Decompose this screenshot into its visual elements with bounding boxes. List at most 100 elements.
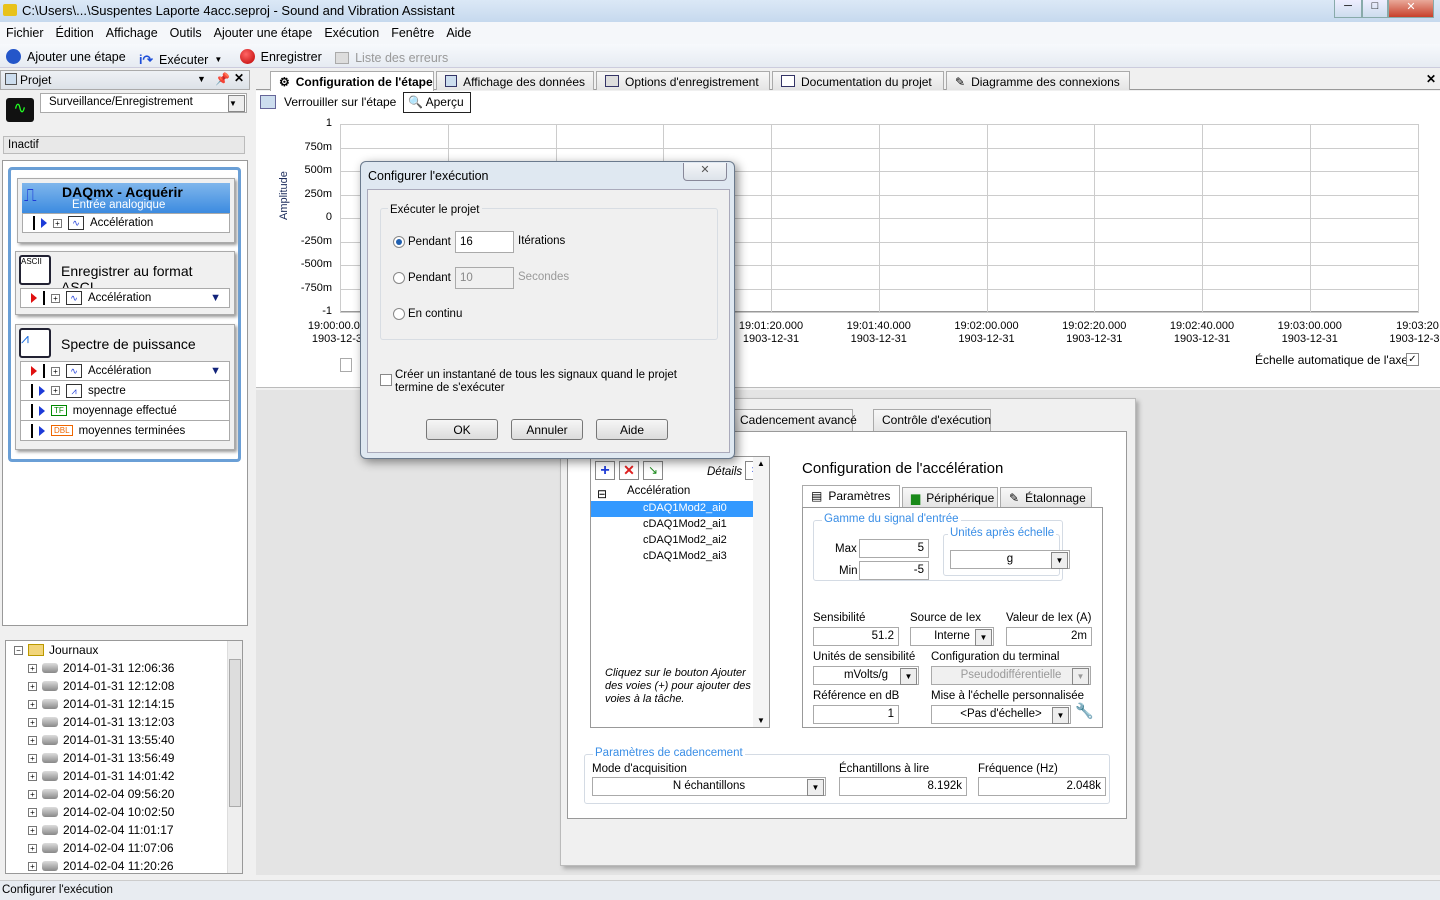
tab-data-display[interactable]: Affichage des données — [436, 71, 594, 90]
menu-ajouter-etape[interactable]: Ajouter une étape — [214, 26, 313, 40]
log-item[interactable]: +2014-01-31 12:14:15 — [6, 695, 242, 713]
ok-button[interactable]: OK — [426, 419, 498, 440]
help-button[interactable]: Aide — [596, 419, 668, 440]
max-field[interactable]: 5 — [859, 539, 929, 558]
menu-outils[interactable]: Outils — [170, 26, 202, 40]
step-daqmx-acquire[interactable]: ⎍ DAQmx - Acquérir Entrée analogique + ∿ A… — [17, 178, 235, 243]
pin-icon[interactable]: 📌 — [215, 72, 230, 86]
tab-connection-diagram[interactable]: ✎ Diagramme des connexions — [946, 71, 1130, 90]
snapshot-checkbox[interactable] — [380, 374, 392, 386]
expand-icon[interactable]: + — [28, 825, 37, 835]
expand-icon[interactable]: + — [28, 663, 37, 673]
iterations-field[interactable]: 16 — [455, 231, 514, 253]
run-button[interactable]: i↷ Exécuter ▼ — [139, 52, 222, 68]
expand-icon[interactable]: + — [28, 807, 37, 817]
log-item[interactable]: +2014-01-31 12:12:08 — [6, 677, 242, 695]
continuous-radio[interactable] — [393, 308, 405, 320]
channel-item[interactable]: cDAQ1Mod2_ai3 — [643, 550, 727, 562]
expand-icon[interactable]: + — [51, 293, 60, 303]
expand-icon[interactable]: + — [28, 753, 37, 763]
log-item[interactable]: +2014-01-31 13:55:40 — [6, 731, 242, 749]
subtab-calibration[interactable]: ✎ Étalonnage — [1000, 487, 1092, 507]
log-item[interactable]: +2014-01-31 13:12:03 — [6, 713, 242, 731]
units-select[interactable]: g — [950, 550, 1070, 569]
custom-scale-select[interactable]: <Pas d'échelle> — [931, 705, 1071, 724]
step-input-row[interactable]: + ∿ Accélération ▼ — [20, 361, 230, 381]
channel-item[interactable]: cDAQ1Mod2_ai2 — [643, 534, 727, 546]
record-button[interactable]: Enregistrer — [239, 49, 322, 64]
log-item[interactable]: +2014-01-31 14:01:42 — [6, 767, 242, 785]
collapse-icon[interactable]: ⊟ — [597, 487, 607, 501]
log-item[interactable]: +2014-02-04 11:20:26 — [6, 857, 242, 873]
step-input-row[interactable]: + ∿ Accélération ▼ — [20, 288, 230, 308]
logs-scrollbar[interactable] — [227, 641, 242, 873]
scrollbar-thumb[interactable] — [229, 659, 241, 807]
rearrange-channels-button[interactable]: ↘ — [643, 461, 663, 480]
expand-icon[interactable]: + — [28, 717, 37, 727]
subtab-device[interactable]: ▆ Périphérique — [902, 487, 998, 507]
log-item[interactable]: +2014-01-31 12:06:36 — [6, 659, 242, 677]
step-save-ascii[interactable]: ASCII Enregistrer au format ASCI... + ∿ Ac… — [15, 251, 235, 315]
frequency-field[interactable]: 2.048k — [978, 777, 1106, 796]
channel-item[interactable]: cDAQ1Mod2_ai0 — [643, 502, 727, 514]
tab-advanced-timing[interactable]: Cadencement avancé — [731, 409, 857, 431]
sensitivity-units-select[interactable]: mVolts/g — [813, 666, 919, 685]
expand-icon[interactable]: + — [51, 366, 60, 376]
close-button[interactable]: ✕ — [1388, 0, 1434, 18]
logs-root[interactable]: − Journaux — [6, 641, 242, 659]
menu-aide[interactable]: Aide — [446, 26, 471, 40]
expand-icon[interactable]: + — [28, 735, 37, 745]
autoscale-checkbox[interactable]: ✓ — [1406, 353, 1419, 366]
min-field[interactable]: -5 — [859, 561, 929, 580]
dropdown-arrow-icon[interactable]: ▼ — [210, 292, 221, 304]
tab-documentation[interactable]: Documentation du projet — [772, 71, 944, 90]
channel-scrollbar[interactable]: ▲ ▼ — [753, 457, 769, 727]
step-output-row[interactable]: + ∿ Accélération — [22, 213, 230, 233]
seconds-radio[interactable] — [393, 272, 405, 284]
lock-to-step-button[interactable]: Verrouiller sur l'étape — [284, 95, 396, 109]
maximize-button[interactable]: □ — [1362, 0, 1388, 18]
iex-value-field[interactable]: 2m — [1006, 627, 1092, 646]
log-item[interactable]: +2014-02-04 09:56:20 — [6, 785, 242, 803]
add-step-button[interactable]: Ajouter une étape — [6, 49, 126, 64]
close-tab-icon[interactable]: ✕ — [1426, 72, 1436, 86]
cancel-button[interactable]: Annuler — [511, 419, 583, 440]
sensitivity-field[interactable]: 51.2 — [813, 627, 899, 646]
subtab-parameters[interactable]: ▤ Paramètres — [802, 485, 900, 507]
dialog-close-button[interactable]: ✕ — [683, 163, 727, 181]
expand-icon[interactable]: + — [28, 681, 37, 691]
tab-logging-options[interactable]: Options d'enregistrement — [596, 71, 770, 90]
expand-icon[interactable]: + — [51, 386, 60, 395]
wrench-icon[interactable]: 🔧 — [1075, 702, 1094, 720]
step-power-spectrum[interactable]: ⩘ Spectre de puissance + ∿ Accélération ▼ +… — [15, 324, 235, 450]
menu-affichage[interactable]: Affichage — [106, 26, 158, 40]
log-item[interactable]: +2014-02-04 11:01:17 — [6, 821, 242, 839]
menu-edition[interactable]: Édition — [56, 26, 94, 40]
channel-item[interactable]: cDAQ1Mod2_ai1 — [643, 518, 727, 530]
samples-field[interactable]: 8.192k — [839, 777, 967, 796]
close-panel-icon[interactable]: ✕ — [234, 71, 244, 85]
panel-menu-icon[interactable]: ▼ — [197, 74, 206, 84]
collapse-icon[interactable]: − — [14, 645, 23, 655]
log-item[interactable]: +2014-01-31 13:56:49 — [6, 749, 242, 767]
minimize-button[interactable]: ─ — [1334, 0, 1362, 18]
step-output-row[interactable]: TF moyennage effectué — [20, 401, 230, 421]
mode-select[interactable]: Surveillance/Enregistrement — [40, 93, 247, 113]
error-list-button[interactable]: Liste des erreurs — [335, 51, 448, 65]
expand-icon[interactable]: + — [28, 861, 37, 871]
iterations-radio[interactable] — [393, 236, 405, 248]
expand-icon[interactable]: + — [28, 789, 37, 799]
x-scroll-field[interactable] — [340, 358, 352, 372]
expand-icon[interactable]: + — [53, 218, 62, 228]
dropdown-arrow-icon[interactable]: ▼ — [210, 365, 221, 377]
log-item[interactable]: +2014-02-04 11:07:06 — [6, 839, 242, 857]
menu-fenetre[interactable]: Fenêtre — [391, 26, 434, 40]
menu-execution[interactable]: Exécution — [324, 26, 379, 40]
menu-fichier[interactable]: Fichier — [6, 26, 44, 40]
add-channel-button[interactable]: + — [595, 461, 615, 480]
channel-group[interactable]: Accélération — [627, 485, 690, 497]
db-reference-field[interactable]: 1 — [813, 705, 899, 724]
step-output-row[interactable]: DBL moyennes terminées — [20, 421, 230, 441]
acquisition-mode-select[interactable]: N échantillons — [592, 777, 826, 796]
log-item[interactable]: +2014-02-04 10:02:50 — [6, 803, 242, 821]
